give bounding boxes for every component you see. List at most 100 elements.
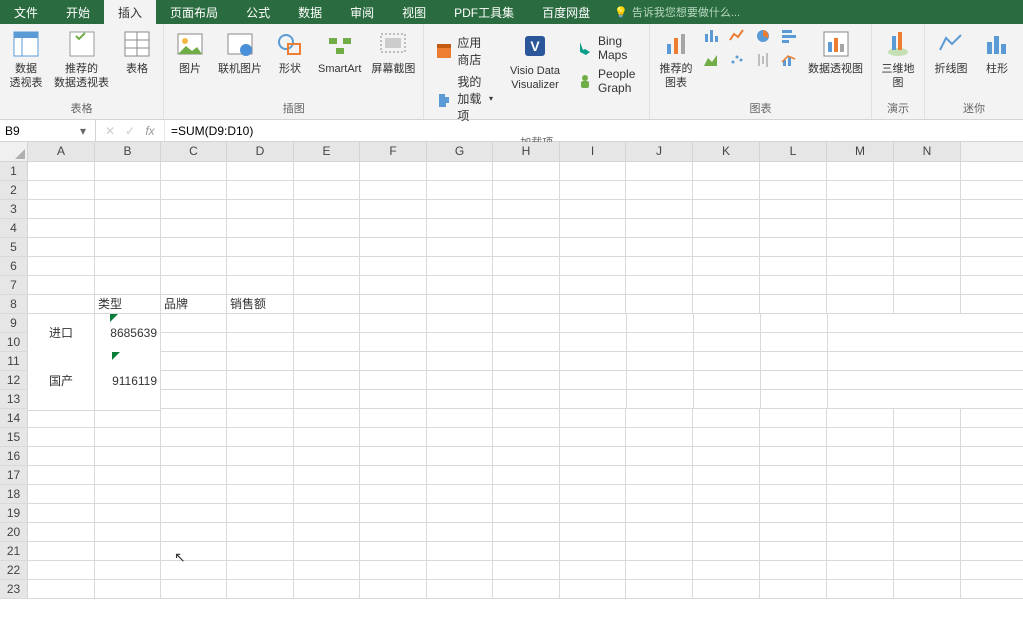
tab-insert[interactable]: 插入 bbox=[104, 0, 156, 24]
row-header[interactable]: 12 bbox=[0, 371, 28, 389]
cell-L20[interactable] bbox=[760, 523, 827, 541]
cell-G21[interactable] bbox=[427, 542, 493, 560]
cell-N21[interactable] bbox=[894, 542, 961, 560]
cell-K15[interactable] bbox=[693, 428, 760, 446]
sparkline-line-button[interactable]: 折线图 bbox=[929, 26, 973, 78]
cell-N3[interactable] bbox=[894, 200, 961, 218]
cell-J5[interactable] bbox=[626, 238, 693, 256]
cell-N20[interactable] bbox=[894, 523, 961, 541]
col-header-E[interactable]: E bbox=[294, 142, 360, 161]
cell-F6[interactable] bbox=[360, 257, 427, 275]
cell-M18[interactable] bbox=[827, 485, 894, 503]
cell-A6[interactable] bbox=[28, 257, 95, 275]
cell-D17[interactable] bbox=[227, 466, 294, 484]
cell-H21[interactable] bbox=[493, 542, 560, 560]
cell-H8[interactable] bbox=[493, 295, 560, 313]
cell-D15[interactable] bbox=[227, 428, 294, 446]
cell-F11[interactable] bbox=[227, 352, 294, 370]
cell-G22[interactable] bbox=[427, 561, 493, 579]
cell-N14[interactable] bbox=[894, 409, 961, 427]
cell-E17[interactable] bbox=[294, 466, 360, 484]
cell-M17[interactable] bbox=[827, 466, 894, 484]
cell-F5[interactable] bbox=[360, 238, 427, 256]
cell-B11[interactable]: 9116119 bbox=[95, 352, 161, 411]
cell-J7[interactable] bbox=[626, 276, 693, 294]
cell-A3[interactable] bbox=[28, 200, 95, 218]
tab-view[interactable]: 视图 bbox=[388, 0, 440, 24]
cell-B18[interactable] bbox=[95, 485, 161, 503]
cell-C7[interactable] bbox=[161, 276, 227, 294]
cell-G17[interactable] bbox=[427, 466, 493, 484]
row-header[interactable]: 6 bbox=[0, 257, 28, 275]
cell-N22[interactable] bbox=[894, 561, 961, 579]
cell-E1[interactable] bbox=[294, 162, 360, 180]
name-box-dropdown-icon[interactable]: ▾ bbox=[74, 124, 92, 138]
cell-I13[interactable] bbox=[427, 390, 493, 408]
cell-H14[interactable] bbox=[493, 409, 560, 427]
cell-M4[interactable] bbox=[827, 219, 894, 237]
row-header[interactable]: 23 bbox=[0, 580, 28, 598]
cell-A7[interactable] bbox=[28, 276, 95, 294]
chart-scatter-icon[interactable] bbox=[726, 50, 748, 70]
cell-E10[interactable] bbox=[161, 333, 227, 351]
cell-J8[interactable] bbox=[626, 295, 693, 313]
cell-B23[interactable] bbox=[95, 580, 161, 598]
cell-H1[interactable] bbox=[493, 162, 560, 180]
cell-L4[interactable] bbox=[760, 219, 827, 237]
cell-I7[interactable] bbox=[560, 276, 626, 294]
cell-M23[interactable] bbox=[827, 580, 894, 598]
cell-L12[interactable] bbox=[627, 371, 694, 389]
name-box[interactable]: ▾ bbox=[0, 120, 96, 141]
chart-line-icon[interactable] bbox=[726, 26, 748, 46]
tab-data[interactable]: 数据 bbox=[284, 0, 336, 24]
row-header[interactable]: 7 bbox=[0, 276, 28, 294]
cell-M22[interactable] bbox=[827, 561, 894, 579]
cell-I19[interactable] bbox=[560, 504, 626, 522]
cell-D21[interactable] bbox=[227, 542, 294, 560]
cell-C16[interactable] bbox=[161, 447, 227, 465]
cell-C15[interactable] bbox=[161, 428, 227, 446]
cell-D8[interactable]: 销售额 bbox=[227, 295, 294, 313]
cell-F8[interactable] bbox=[360, 295, 427, 313]
cell-E8[interactable] bbox=[294, 295, 360, 313]
tab-home[interactable]: 开始 bbox=[52, 0, 104, 24]
cell-L6[interactable] bbox=[760, 257, 827, 275]
cell-H22[interactable] bbox=[493, 561, 560, 579]
cell-F19[interactable] bbox=[360, 504, 427, 522]
chart-pie-icon[interactable] bbox=[752, 26, 774, 46]
cell-C8[interactable]: 品牌 bbox=[161, 295, 227, 313]
tab-baidu[interactable]: 百度网盘 bbox=[528, 0, 604, 24]
people-graph-button[interactable]: People Graph bbox=[571, 65, 643, 97]
cell-G14[interactable] bbox=[427, 409, 493, 427]
my-addins-button[interactable]: 我的加载项 ▾ bbox=[430, 71, 499, 126]
cell-I6[interactable] bbox=[560, 257, 626, 275]
cell-F16[interactable] bbox=[360, 447, 427, 465]
cell-A11[interactable]: 国产 bbox=[28, 352, 95, 411]
cell-E12[interactable] bbox=[161, 371, 227, 389]
cell-D22[interactable] bbox=[227, 561, 294, 579]
row-header[interactable]: 5 bbox=[0, 238, 28, 256]
cell-D20[interactable] bbox=[227, 523, 294, 541]
cell-I1[interactable] bbox=[560, 162, 626, 180]
cell-M10[interactable] bbox=[694, 333, 761, 351]
cell-N6[interactable] bbox=[894, 257, 961, 275]
bing-maps-button[interactable]: Bing Maps bbox=[571, 32, 643, 64]
cell-C2[interactable] bbox=[161, 181, 227, 199]
cancel-icon[interactable]: ✕ bbox=[102, 124, 118, 138]
cell-M16[interactable] bbox=[827, 447, 894, 465]
row-header[interactable]: 19 bbox=[0, 504, 28, 522]
cell-F22[interactable] bbox=[360, 561, 427, 579]
cell-B9[interactable]: 8685639 bbox=[95, 314, 161, 353]
cell-K7[interactable] bbox=[693, 276, 760, 294]
cell-L5[interactable] bbox=[760, 238, 827, 256]
cell-H9[interactable] bbox=[360, 314, 427, 332]
cell-I16[interactable] bbox=[560, 447, 626, 465]
cell-A19[interactable] bbox=[28, 504, 95, 522]
cell-D4[interactable] bbox=[227, 219, 294, 237]
cell-M15[interactable] bbox=[827, 428, 894, 446]
cell-I9[interactable] bbox=[427, 314, 493, 332]
cell-J22[interactable] bbox=[626, 561, 693, 579]
cell-B17[interactable] bbox=[95, 466, 161, 484]
enter-icon[interactable]: ✓ bbox=[122, 124, 138, 138]
row-header[interactable]: 9 bbox=[0, 314, 28, 332]
